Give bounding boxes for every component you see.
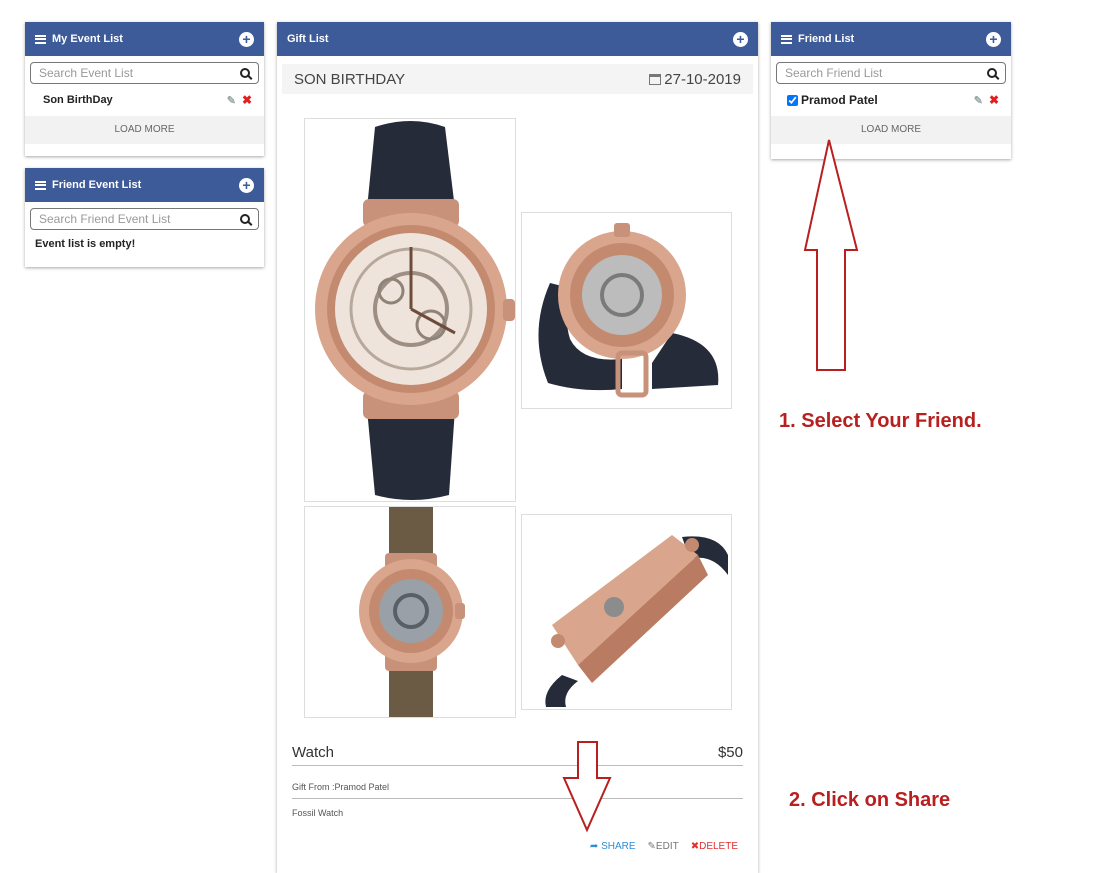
event-item-label: Son BirthDay	[43, 94, 113, 106]
friend-event-search-input[interactable]	[39, 212, 240, 226]
load-more-button[interactable]: LOAD MORE	[25, 116, 264, 144]
load-more-button[interactable]: LOAD MORE	[771, 116, 1011, 144]
gift-image-front[interactable]	[304, 118, 516, 502]
friend-list-header: Friend List +	[771, 22, 1011, 56]
friend-list-title: Friend List	[798, 33, 855, 45]
edit-icon[interactable]: ✎	[974, 94, 983, 107]
add-gift-icon[interactable]: +	[733, 31, 748, 47]
menu-icon[interactable]	[35, 180, 46, 190]
delete-icon[interactable]: ✖	[989, 93, 999, 107]
add-event-icon[interactable]: +	[239, 31, 254, 47]
add-friend-icon[interactable]: +	[986, 31, 1001, 47]
delete-icon[interactable]: ✖	[242, 93, 252, 107]
watch-back-illustration	[538, 223, 719, 398]
event-subheader: SON BIRTHDAY 27-10-2019	[282, 64, 753, 94]
gift-title-row: Watch $50	[292, 744, 743, 766]
gift-image-back[interactable]	[521, 212, 732, 409]
menu-icon[interactable]	[781, 34, 792, 44]
edit-icon[interactable]: ✎	[227, 94, 236, 107]
share-icon: ➦	[589, 841, 599, 852]
gift-list-header: Gift List +	[277, 22, 758, 56]
friend-event-list-panel: Friend Event List + Event list is empty!	[25, 168, 264, 267]
my-event-list-title: My Event List	[52, 33, 123, 45]
gift-description: Fossil Watch	[292, 808, 344, 818]
event-date: 27-10-2019	[664, 70, 741, 88]
edit-button[interactable]: ✎EDIT	[648, 841, 679, 852]
friend-list-panel: Friend List + Pramod Patel ✎ ✖ LOAD MORE	[771, 22, 1011, 159]
gift-image-side[interactable]	[521, 514, 732, 710]
list-item[interactable]: Son BirthDay ✎ ✖	[25, 88, 264, 112]
up-arrow-annotation	[803, 139, 859, 371]
gift-actions: ➦ SHARE ✎EDIT ✖DELETE	[590, 841, 738, 852]
watch-side-illustration	[545, 535, 728, 707]
friend-event-list-title: Friend Event List	[52, 179, 142, 191]
step-1-note: 1. Select Your Friend.	[779, 410, 982, 432]
event-search-box	[30, 62, 259, 84]
my-event-list-panel: My Event List + Son BirthDay ✎ ✖ LOAD MO…	[25, 22, 264, 156]
edit-icon: ✎	[647, 841, 656, 852]
calendar-icon	[649, 73, 662, 85]
gift-image-rear[interactable]	[304, 506, 516, 718]
gift-name: Watch	[292, 744, 334, 761]
friend-checkbox[interactable]	[787, 94, 798, 106]
gift-list-title: Gift List	[287, 33, 329, 45]
friend-event-search-box	[30, 208, 259, 230]
friend-list-item[interactable]: Pramod Patel ✎ ✖	[771, 88, 1011, 112]
gift-list-panel: Gift List + SON BIRTHDAY 27-10-2019 Watc…	[277, 22, 758, 873]
menu-icon[interactable]	[35, 34, 46, 44]
step-2-note: 2. Click on Share	[789, 789, 951, 811]
gift-price: $50	[717, 744, 743, 761]
event-search-input[interactable]	[39, 66, 240, 80]
search-icon[interactable]	[240, 214, 250, 224]
delete-button[interactable]: ✖DELETE	[691, 841, 738, 852]
add-event-icon[interactable]: +	[239, 177, 254, 193]
friend-search-box	[776, 62, 1006, 84]
search-icon[interactable]	[240, 68, 250, 78]
empty-message: Event list is empty!	[35, 238, 136, 250]
watch-front-illustration	[315, 121, 515, 500]
friend-search-input[interactable]	[785, 66, 987, 80]
my-event-list-header: My Event List +	[25, 22, 264, 56]
friend-name: Pramod Patel	[801, 93, 878, 107]
event-name: SON BIRTHDAY	[294, 70, 406, 88]
delete-icon: ✖	[690, 841, 700, 852]
friend-event-list-header: Friend Event List +	[25, 168, 264, 202]
watch-rear-illustration	[359, 507, 465, 717]
share-button[interactable]: ➦ SHARE	[590, 841, 636, 852]
gift-from: Gift From :Pramod Patel	[292, 782, 743, 799]
search-icon[interactable]	[987, 68, 997, 78]
